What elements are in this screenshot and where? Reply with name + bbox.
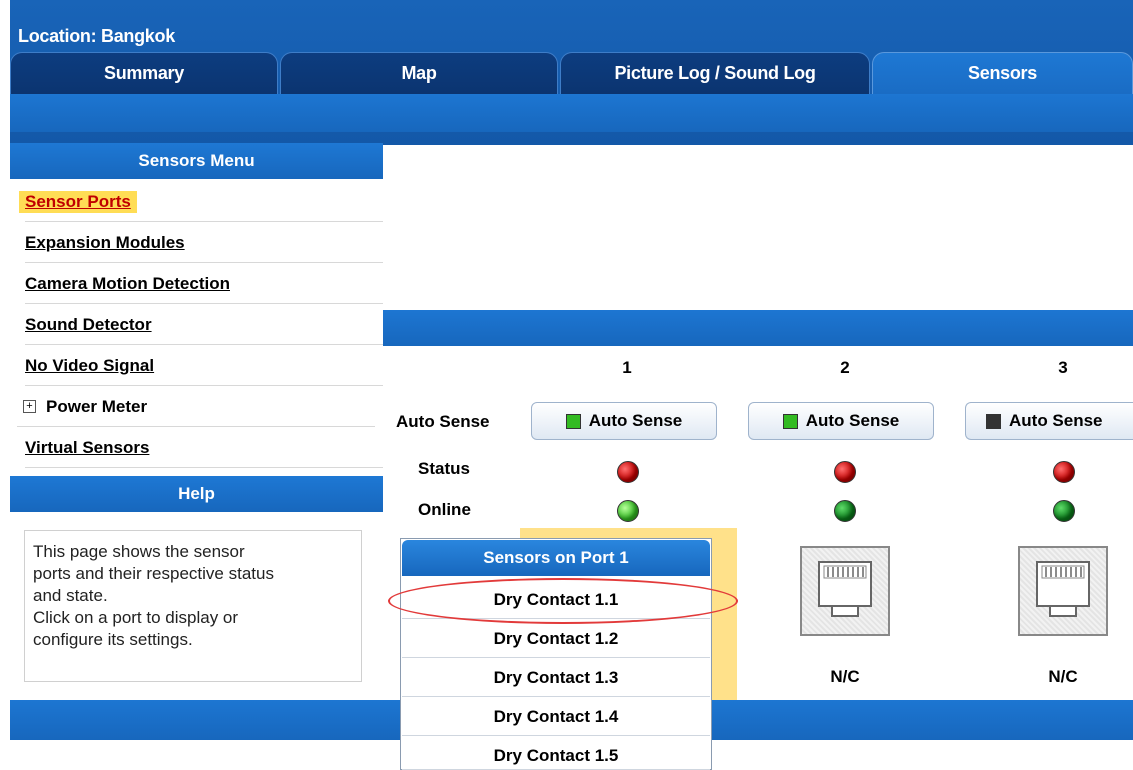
help-line: configure its settings. [33,630,193,649]
expand-plus-icon[interactable]: + [23,400,36,413]
auto-sense-button-3[interactable]: Auto Sense [965,402,1133,440]
sidebar-link-expansion-modules[interactable]: Expansion Modules [19,232,191,254]
tab-picture-sound-log[interactable]: Picture Log / Sound Log [560,52,870,94]
port-number-2: 2 [840,358,850,377]
help-text-box: This page shows the sensor ports and the… [24,530,362,682]
popup-item-dry-contact-1-2[interactable]: Dry Contact 1.2 [402,620,710,658]
tab-sensors[interactable]: Sensors [872,52,1133,94]
help-line: Click on a port to display or [33,608,239,627]
auto-sense-button-2[interactable]: Auto Sense [748,402,934,440]
tab-summary[interactable]: Summary [10,52,278,94]
led-square-icon [782,413,798,429]
online-indicator-2 [834,500,856,522]
popup-item-dry-contact-1-4[interactable]: Dry Contact 1.4 [402,698,710,736]
auto-sense-button-label: Auto Sense [1009,411,1103,430]
auto-sense-button-1[interactable]: Auto Sense [531,402,717,440]
sidebar-item-no-video-signal[interactable]: No Video Signal [25,346,383,386]
sidebar-item-camera-motion-detection[interactable]: Camera Motion Detection [25,264,383,304]
popup-item-dry-contact-1-1[interactable]: Dry Contact 1.1 [402,581,710,619]
popup-item-dry-contact-1-5[interactable]: Dry Contact 1.5 [402,737,710,770]
location-label: Location: Bangkok [18,26,175,46]
auto-sense-button-label: Auto Sense [588,411,683,430]
port-number-1: 1 [622,358,632,377]
sidebar-item-expansion-modules[interactable]: Expansion Modules [25,223,383,263]
sub-header-strip [10,94,1133,132]
sidebar-link-virtual-sensors[interactable]: Virtual Sensors [19,437,155,459]
help-line: and state. [33,586,108,605]
status-indicator-3 [1053,461,1075,483]
tab-map[interactable]: Map [280,52,558,94]
sidebar-link-camera-motion-detection[interactable]: Camera Motion Detection [19,273,236,295]
status-indicator-1 [617,461,639,483]
port-3-connection-status: N/C [1048,667,1078,686]
auto-sense-row-label: Auto Sense [396,412,490,431]
footer-bar-left [10,700,383,740]
help-title: Help [10,476,383,512]
sensors-page: Location: Bangkok Summary Map Picture Lo… [0,0,1133,770]
status-row-label: Status [418,459,470,478]
online-indicator-1 [617,500,639,522]
ports-header-bar [383,310,1133,346]
sidebar-link-sound-detector[interactable]: Sound Detector [19,314,158,336]
port-2-connection-status: N/C [830,667,860,686]
ethernet-port-2-icon[interactable] [800,546,890,636]
sidebar-link-no-video-signal[interactable]: No Video Signal [19,355,160,377]
status-indicator-2 [834,461,856,483]
sidebar-item-sound-detector[interactable]: Sound Detector [25,305,383,345]
ethernet-port-3-icon[interactable] [1018,546,1108,636]
popup-title: Sensors on Port 1 [402,540,710,576]
sidebar-item-power-meter[interactable]: + Power Meter [17,387,375,427]
help-line: ports and their respective status [33,564,274,583]
sidebar-label-power-meter[interactable]: Power Meter [46,397,147,417]
port-number-3: 3 [1058,358,1068,377]
popup-item-dry-contact-1-3[interactable]: Dry Contact 1.3 [402,659,710,697]
online-indicator-3 [1053,500,1075,522]
led-square-icon [565,413,581,429]
led-square-icon [986,413,1001,429]
sidebar-link-sensor-ports[interactable]: Sensor Ports [19,190,137,213]
help-line: This page shows the sensor [33,542,245,561]
auto-sense-button-label: Auto Sense [805,411,900,430]
online-row-label: Online [418,500,471,519]
sensors-menu-title: Sensors Menu [10,143,383,179]
sidebar-item-virtual-sensors[interactable]: Virtual Sensors [25,428,383,468]
sidebar-item-sensor-ports[interactable]: Sensor Ports [19,182,383,222]
